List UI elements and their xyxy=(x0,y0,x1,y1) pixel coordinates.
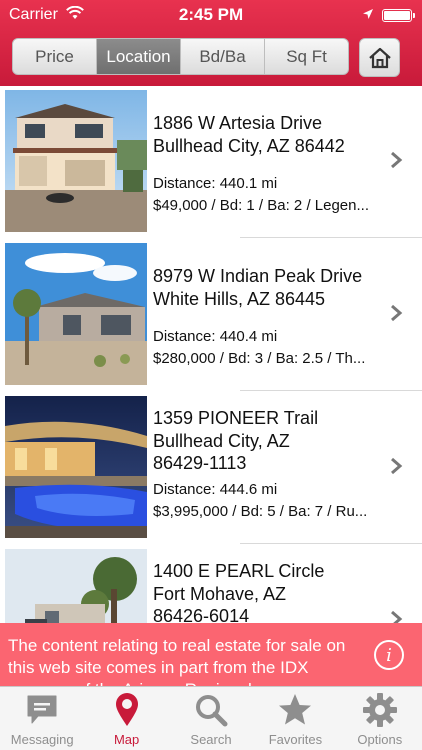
address-line-1: 1359 PIONEER Trail xyxy=(153,408,319,428)
gear-icon xyxy=(362,693,397,727)
listing-address: 1886 W Artesia Drive Bullhead City, AZ 8… xyxy=(153,112,385,157)
star-icon xyxy=(279,694,312,725)
location-arrow-icon xyxy=(363,9,373,19)
tab-label: Map xyxy=(113,732,140,747)
segment-price[interactable]: Price xyxy=(13,39,97,74)
address-line-2: Fort Mohave, AZ xyxy=(153,583,287,604)
tab-label: Options xyxy=(357,732,403,747)
segment-bd-ba[interactable]: Bd/Ba xyxy=(181,39,265,74)
tab-map[interactable]: Map xyxy=(84,687,168,750)
disclaimer-text: The content relating to real estate for … xyxy=(8,636,346,686)
address-line-1: 1886 W Artesia Drive xyxy=(153,113,323,133)
row-divider xyxy=(240,390,422,391)
tab-messaging[interactable]: Messaging xyxy=(0,687,84,750)
tab-label: Favorites xyxy=(268,732,323,747)
address-line-1: 1400 E PEARL Circle xyxy=(153,561,325,581)
navigation-header: Carrier 2:45 PM Price Location Bd/Ba Sq … xyxy=(0,0,422,86)
listing-row[interactable]: 8979 W Indian Peak Drive White Hills, AZ… xyxy=(0,239,422,392)
home-icon xyxy=(368,47,391,68)
address-line-1: 8979 W Indian Peak Drive xyxy=(153,266,363,286)
listing-row[interactable]: 1886 W Artesia Drive Bullhead City, AZ 8… xyxy=(0,86,422,239)
tab-label: Messaging xyxy=(10,732,74,747)
listing-summary: $49,000 / Bd: 1 / Ba: 2 / Legen... xyxy=(153,197,369,214)
listing-photo xyxy=(5,396,147,538)
sort-segmented-control: Price Location Bd/Ba Sq Ft xyxy=(12,38,349,75)
address-line-2: White Hills, AZ 86445 xyxy=(153,288,326,309)
battery-icon xyxy=(382,9,415,22)
tab-label: Search xyxy=(190,732,232,747)
listing-address: 1400 E PEARL Circle Fort Mohave, AZ 8642… xyxy=(153,560,385,628)
listing-row[interactable]: 1359 PIONEER Trail Bullhead City, AZ 864… xyxy=(0,392,422,545)
listing-list: 1886 W Artesia Drive Bullhead City, AZ 8… xyxy=(0,86,422,686)
listing-distance: Distance: 444.6 mi xyxy=(153,481,278,498)
status-bar: Carrier 2:45 PM xyxy=(0,0,422,32)
listing-address: 8979 W Indian Peak Drive White Hills, AZ… xyxy=(153,265,385,310)
status-time: 2:45 PM xyxy=(178,5,244,24)
chevron-right-icon xyxy=(391,304,403,322)
info-icon[interactable]: i xyxy=(374,640,404,670)
address-line-3: 86429-1113 xyxy=(153,453,247,473)
home-button[interactable] xyxy=(359,38,400,77)
listing-summary: $280,000 / Bd: 3 / Ba: 2.5 / Th... xyxy=(153,350,366,367)
listing-photo xyxy=(5,243,147,385)
listing-distance: Distance: 440.4 mi xyxy=(153,328,278,345)
idx-disclaimer-banner[interactable]: The content relating to real estate for … xyxy=(0,623,422,686)
chevron-right-icon xyxy=(391,151,403,169)
map-pin-icon xyxy=(115,693,138,726)
tab-bar: Messaging Map Search Favorites Options xyxy=(0,686,422,750)
row-divider xyxy=(240,237,422,238)
tab-search[interactable]: Search xyxy=(169,687,253,750)
address-line-2: Bullhead City, AZ xyxy=(153,430,290,451)
chevron-right-icon xyxy=(391,457,403,475)
row-divider xyxy=(240,543,422,544)
segment-location[interactable]: Location xyxy=(97,39,181,74)
address-line-2: Bullhead City, AZ 86442 xyxy=(153,135,345,156)
tab-options[interactable]: Options xyxy=(338,687,422,750)
search-icon xyxy=(196,695,228,727)
listing-distance: Distance: 440.1 mi xyxy=(153,175,278,192)
listing-photo xyxy=(5,90,147,232)
messaging-icon xyxy=(27,695,57,724)
listing-summary: $3,995,000 / Bd: 5 / Ba: 7 / Ru... xyxy=(153,503,368,520)
segment-sq-ft[interactable]: Sq Ft xyxy=(265,39,348,74)
listing-address: 1359 PIONEER Trail Bullhead City, AZ 864… xyxy=(153,407,385,475)
tab-favorites[interactable]: Favorites xyxy=(253,687,337,750)
